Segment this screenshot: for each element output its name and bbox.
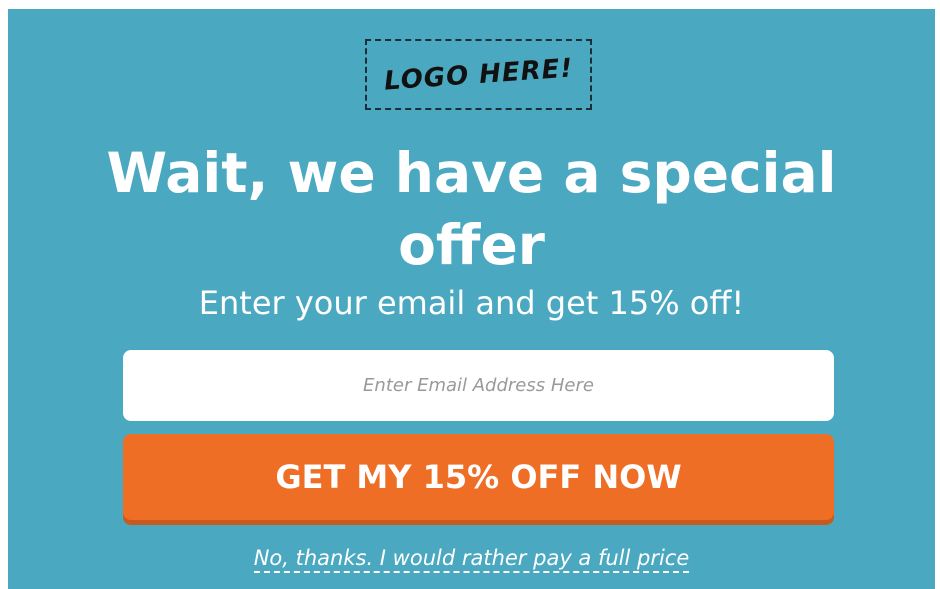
email-input[interactable] [123,350,834,421]
decline-container: No, thanks. I would rather pay a full pr… [8,546,935,573]
offer-popup: LOGO HERE! Wait, we have a special offer… [8,9,935,589]
logo-placeholder: LOGO HERE! [365,39,592,110]
decline-link[interactable]: No, thanks. I would rather pay a full pr… [253,546,690,573]
get-discount-button[interactable]: GET MY 15% OFF NOW [123,434,834,520]
offer-subheadline: Enter your email and get 15% off! [198,284,745,322]
offer-headline: Wait, we have a special offer [106,141,837,277]
logo-text: LOGO HERE! [382,52,575,97]
